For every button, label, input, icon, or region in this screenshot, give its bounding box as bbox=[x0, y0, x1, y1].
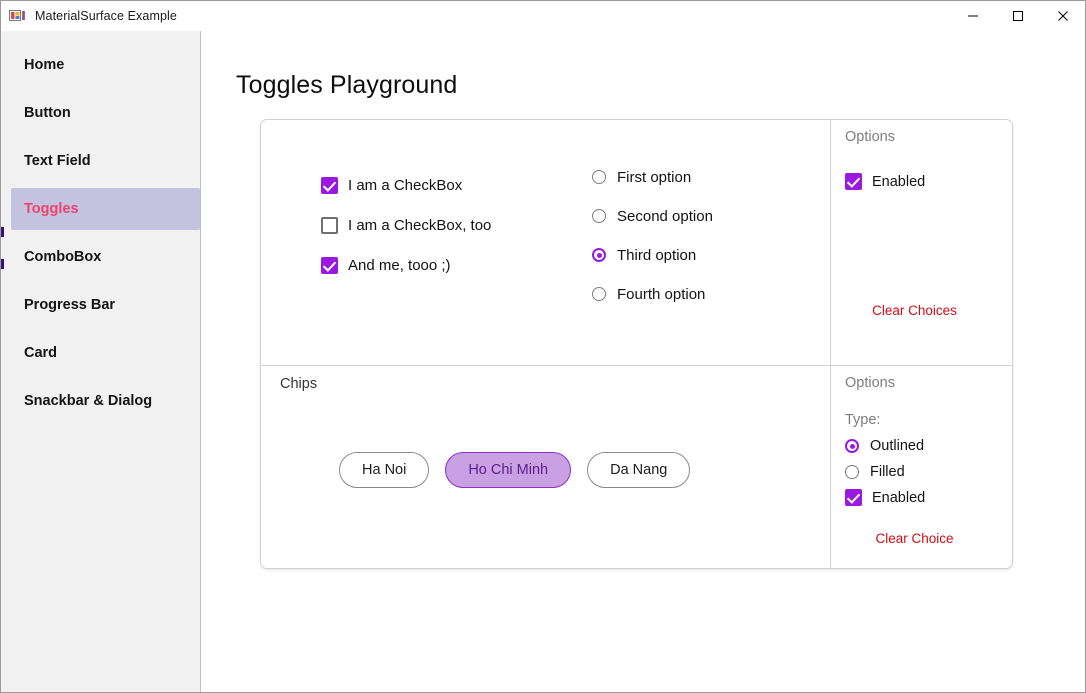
chip-type-outlined[interactable]: Outlined bbox=[845, 438, 1012, 454]
sidebar-item-combobox[interactable]: ComboBox bbox=[11, 236, 200, 278]
chip-ho-chi-minh[interactable]: Ho Chi Minh bbox=[445, 452, 571, 488]
winforms-designer-icon bbox=[9, 8, 26, 25]
sidebar-item-progress-bar[interactable]: Progress Bar bbox=[11, 284, 200, 326]
chip-type-label-outlined: Outlined bbox=[870, 438, 924, 454]
radio-selected-icon[interactable] bbox=[592, 248, 606, 262]
radio-label: Third option bbox=[617, 247, 696, 264]
sidebar-item-label: Toggles bbox=[24, 201, 79, 217]
radio-unselected-icon[interactable] bbox=[592, 209, 606, 223]
sidebar-item-text-field[interactable]: Text Field bbox=[11, 140, 200, 182]
checkbox-group: I am a CheckBox I am a CheckBox, too And… bbox=[321, 174, 491, 294]
window-controls bbox=[950, 1, 1085, 31]
checkbox-unchecked-icon[interactable] bbox=[321, 217, 338, 234]
sidebar-item-toggles[interactable]: Toggles bbox=[11, 188, 200, 230]
sidebar-item-snackbar-dialog[interactable]: Snackbar & Dialog bbox=[11, 380, 200, 422]
toggles-enabled-label: Enabled bbox=[872, 174, 925, 190]
sidebar-item-label: Home bbox=[24, 57, 64, 73]
sidebar-item-label: ComboBox bbox=[24, 249, 101, 265]
radio-label: First option bbox=[617, 169, 691, 186]
page-title: Toggles Playground bbox=[236, 71, 457, 100]
toggles-section: I am a CheckBox I am a CheckBox, too And… bbox=[261, 120, 1012, 365]
toggles-card: I am a CheckBox I am a CheckBox, too And… bbox=[260, 119, 1013, 569]
checkbox-label: I am a CheckBox, too bbox=[348, 217, 491, 234]
checkbox-label: I am a CheckBox bbox=[348, 177, 462, 194]
minimize-button[interactable] bbox=[950, 1, 995, 31]
radio-unselected-icon[interactable] bbox=[592, 170, 606, 184]
radio-unselected-icon[interactable] bbox=[845, 465, 859, 479]
chips-options-panel: Options Type: Outlined Filled Enabled C bbox=[831, 366, 1012, 569]
radio-selected-icon[interactable] bbox=[845, 439, 859, 453]
checkbox-checked-icon[interactable] bbox=[845, 173, 862, 190]
chip-group: Ha Noi Ho Chi Minh Da Nang bbox=[339, 452, 690, 488]
radio-group: First option Second option Third option bbox=[592, 166, 713, 322]
checkbox-checked-icon[interactable] bbox=[845, 489, 862, 506]
chip-type-label: Type: bbox=[845, 412, 1012, 428]
main-content: Toggles Playground I am a CheckBox I am … bbox=[202, 31, 1085, 692]
sidebar-item-label: Progress Bar bbox=[24, 297, 115, 313]
checkbox-row-2[interactable]: I am a CheckBox, too bbox=[321, 214, 491, 236]
sidebar-item-label: Card bbox=[24, 345, 57, 361]
chip-type-label-filled: Filled bbox=[870, 464, 905, 480]
sidebar-nav-list: Home Button Text Field Toggles ComboBox … bbox=[1, 31, 200, 422]
window-title: MaterialSurface Example bbox=[35, 9, 177, 23]
chips-heading: Chips bbox=[280, 376, 317, 392]
chips-section: Chips Ha Noi Ho Chi Minh Da Nang Options… bbox=[261, 365, 1012, 569]
chip-ha-noi[interactable]: Ha Noi bbox=[339, 452, 429, 488]
radio-row-2[interactable]: Second option bbox=[592, 205, 713, 227]
chips-area: Chips Ha Noi Ho Chi Minh Da Nang bbox=[261, 366, 831, 569]
checkbox-row-3[interactable]: And me, tooo ;) bbox=[321, 254, 491, 276]
chips-enabled-checkbox[interactable]: Enabled bbox=[845, 489, 1012, 506]
checkbox-label: And me, tooo ;) bbox=[348, 257, 451, 274]
radio-row-3[interactable]: Third option bbox=[592, 244, 713, 266]
checkbox-checked-icon[interactable] bbox=[321, 177, 338, 194]
radio-label: Second option bbox=[617, 208, 713, 225]
clear-choices-link[interactable]: Clear Choices bbox=[824, 303, 1005, 318]
radio-row-4[interactable]: Fourth option bbox=[592, 283, 713, 305]
sidebar: Home Button Text Field Toggles ComboBox … bbox=[1, 31, 201, 693]
checkbox-checked-icon[interactable] bbox=[321, 257, 338, 274]
radio-row-1[interactable]: First option bbox=[592, 166, 713, 188]
checkbox-row-1[interactable]: I am a CheckBox bbox=[321, 174, 491, 196]
close-button[interactable] bbox=[1040, 1, 1085, 31]
app-window: MaterialSurface Example Home Button bbox=[0, 0, 1086, 693]
sidebar-item-card[interactable]: Card bbox=[11, 332, 200, 374]
radio-label: Fourth option bbox=[617, 286, 705, 303]
options-heading: Options bbox=[845, 129, 1012, 145]
sidebar-item-label: Text Field bbox=[24, 153, 91, 169]
sidebar-item-label: Button bbox=[24, 105, 71, 121]
title-bar: MaterialSurface Example bbox=[1, 1, 1085, 31]
chip-type-filled[interactable]: Filled bbox=[845, 464, 1012, 480]
sidebar-item-label: Snackbar & Dialog bbox=[24, 393, 152, 409]
sidebar-item-button[interactable]: Button bbox=[11, 92, 200, 134]
radio-unselected-icon[interactable] bbox=[592, 287, 606, 301]
chips-enabled-label: Enabled bbox=[872, 490, 925, 506]
maximize-button[interactable] bbox=[995, 1, 1040, 31]
options-heading: Options bbox=[845, 375, 1012, 391]
toggles-enabled-checkbox[interactable]: Enabled bbox=[845, 173, 1012, 190]
toggles-options-panel: Options Enabled Clear Choices bbox=[831, 120, 1012, 365]
clear-choice-link[interactable]: Clear Choice bbox=[824, 531, 1005, 546]
sidebar-item-home[interactable]: Home bbox=[11, 44, 200, 86]
chip-da-nang[interactable]: Da Nang bbox=[587, 452, 690, 488]
toggles-controls-area: I am a CheckBox I am a CheckBox, too And… bbox=[261, 120, 831, 365]
